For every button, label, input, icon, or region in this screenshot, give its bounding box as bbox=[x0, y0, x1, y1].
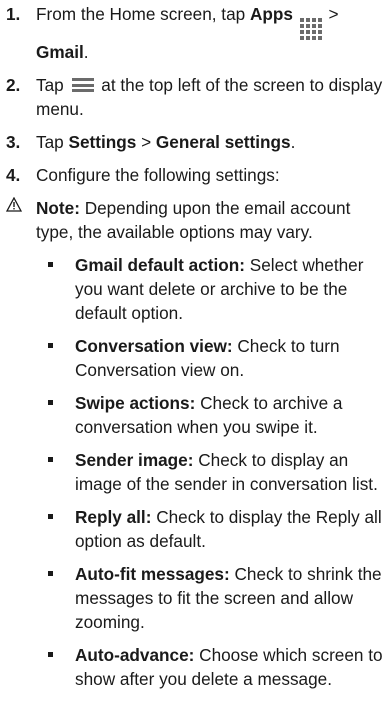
list-item: Reply all: Check to display the Reply al… bbox=[42, 505, 383, 553]
list-item: Swipe actions: Check to archive a conver… bbox=[42, 391, 383, 439]
menu-icon bbox=[71, 78, 94, 92]
bullet-icon bbox=[42, 562, 75, 634]
apps-grid-icon bbox=[299, 18, 322, 40]
gmail-label: Gmail bbox=[36, 42, 84, 62]
bullet-icon bbox=[42, 448, 75, 496]
step-1: 1. From the Home screen, tap Apps > Gmai… bbox=[6, 2, 383, 64]
step-4: 4. Configure the following settings: bbox=[6, 163, 383, 187]
apps-label: Apps bbox=[249, 4, 293, 24]
list-item: Auto-fit messages: Check to shrink the m… bbox=[42, 562, 383, 634]
note-text: Note: Depending upon the email account t… bbox=[36, 198, 351, 242]
note: Note: Depending upon the email account t… bbox=[5, 196, 383, 244]
step-2: 2. Tap at the top left of the screen to … bbox=[6, 73, 383, 121]
list-item: Conversation view: Check to turn Convers… bbox=[42, 334, 383, 382]
step-number: 1. bbox=[6, 4, 21, 24]
step-number: 3. bbox=[6, 132, 21, 152]
bullet-icon bbox=[42, 253, 75, 325]
bullet-icon bbox=[42, 391, 75, 439]
list-item: Sender image: Check to display an image … bbox=[42, 448, 383, 496]
bullet-icon bbox=[42, 505, 75, 553]
step-3: 3. Tap Settings > General settings. bbox=[6, 130, 383, 154]
list-item: Auto-advance: Choose which screen to sho… bbox=[42, 643, 383, 691]
bullet-icon bbox=[42, 643, 75, 691]
step-number: 2. bbox=[6, 75, 21, 95]
step-text: From the Home screen, tap Apps > Gmail. bbox=[36, 4, 339, 62]
step-text: Tap at the top left of the screen to dis… bbox=[36, 75, 383, 119]
warning-icon bbox=[5, 196, 36, 244]
list-item: Gmail default action: Select whether you… bbox=[42, 253, 383, 325]
step-number: 4. bbox=[6, 165, 21, 185]
step-text: Configure the following settings: bbox=[36, 165, 280, 185]
settings-list: Gmail default action: Select whether you… bbox=[6, 253, 383, 691]
instructions-page: 1. From the Home screen, tap Apps > Gmai… bbox=[0, 0, 389, 691]
step-text: Tap Settings > General settings. bbox=[36, 132, 296, 152]
bullet-icon bbox=[42, 334, 75, 382]
